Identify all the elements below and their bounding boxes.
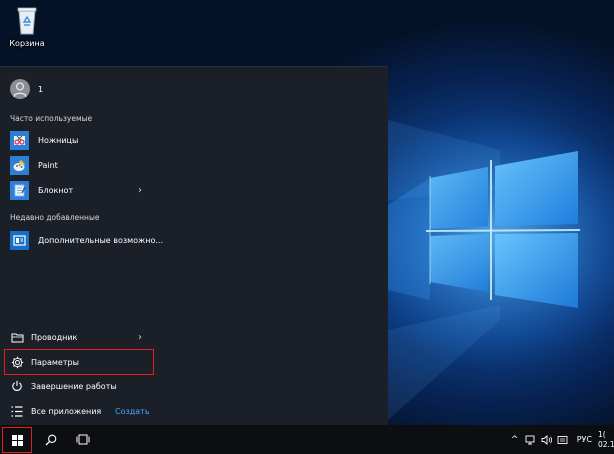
gear-icon — [10, 355, 24, 369]
user-avatar-icon — [10, 79, 30, 99]
start-item-notepad[interactable]: Блокнот › — [0, 178, 388, 202]
start-item-label: Блокнот — [38, 185, 74, 195]
create-link[interactable]: Создать — [115, 407, 150, 416]
list-icon — [10, 404, 24, 418]
start-item-label: Проводник — [31, 332, 78, 342]
volume-icon[interactable] — [541, 434, 553, 446]
scissors-icon — [10, 130, 29, 150]
start-item-explorer[interactable]: Проводник › — [0, 325, 388, 349]
start-item-label: Все приложения — [31, 406, 102, 416]
start-item-label: Ножницы — [38, 135, 79, 145]
clock[interactable]: 1( 02.1 — [598, 430, 614, 450]
start-item-label: Paint — [38, 160, 58, 170]
start-item-shutdown[interactable]: Завершение работы — [0, 374, 117, 398]
app-window-icon — [10, 230, 29, 250]
start-item-scissors[interactable]: Ножницы — [0, 128, 78, 152]
start-item-settings[interactable]: Параметры — [4, 349, 154, 375]
start-item-paint[interactable]: Paint — [0, 153, 58, 177]
recycle-bin-icon — [4, 2, 50, 38]
chevron-right-icon[interactable]: › — [138, 332, 142, 343]
start-button[interactable] — [2, 427, 32, 453]
start-item-all-apps[interactable]: Все приложения Создать — [0, 399, 388, 423]
system-tray: ^ РУС 1(02.1 — [507, 425, 614, 454]
frequent-apps-heading: Часто используемые — [10, 114, 93, 123]
user-name: 1 — [38, 84, 44, 94]
windows-logo-icon — [11, 434, 23, 446]
paint-icon — [10, 155, 29, 175]
recycle-bin-label: Корзина — [9, 39, 45, 48]
start-item-label: Завершение работы — [31, 381, 117, 391]
show-hidden-icons-button[interactable]: ^ — [509, 434, 521, 446]
start-item-label: Параметры — [31, 357, 79, 367]
network-icon[interactable] — [525, 434, 537, 446]
clock-time: 1( — [598, 429, 606, 439]
notepad-icon — [10, 180, 29, 200]
power-icon — [10, 379, 24, 393]
start-item-label: Дополнительные возможно... — [38, 235, 163, 245]
taskbar: ^ РУС 1(02.1 — [0, 425, 614, 454]
language-indicator[interactable]: РУС — [577, 435, 592, 444]
task-view-button[interactable] — [72, 425, 94, 454]
task-view-icon — [76, 434, 90, 445]
user-account-button[interactable]: 1 — [0, 77, 43, 101]
desktop-screen: Корзина 1 Часто используемые Ножницы Pai… — [0, 0, 614, 454]
search-button[interactable] — [40, 425, 62, 454]
recently-added-heading: Недавно добавленные — [10, 213, 100, 222]
input-indicator-icon[interactable] — [557, 434, 569, 446]
folder-icon — [10, 330, 24, 344]
chevron-right-icon[interactable]: › — [138, 185, 142, 196]
clock-date: 02.1 — [598, 439, 614, 449]
recycle-bin-shortcut[interactable]: Корзина — [4, 2, 50, 54]
search-icon — [45, 434, 57, 445]
start-menu: 1 Часто используемые Ножницы Paint Блокн… — [0, 66, 388, 426]
start-item-additional-features[interactable]: Дополнительные возможно... — [0, 228, 163, 252]
